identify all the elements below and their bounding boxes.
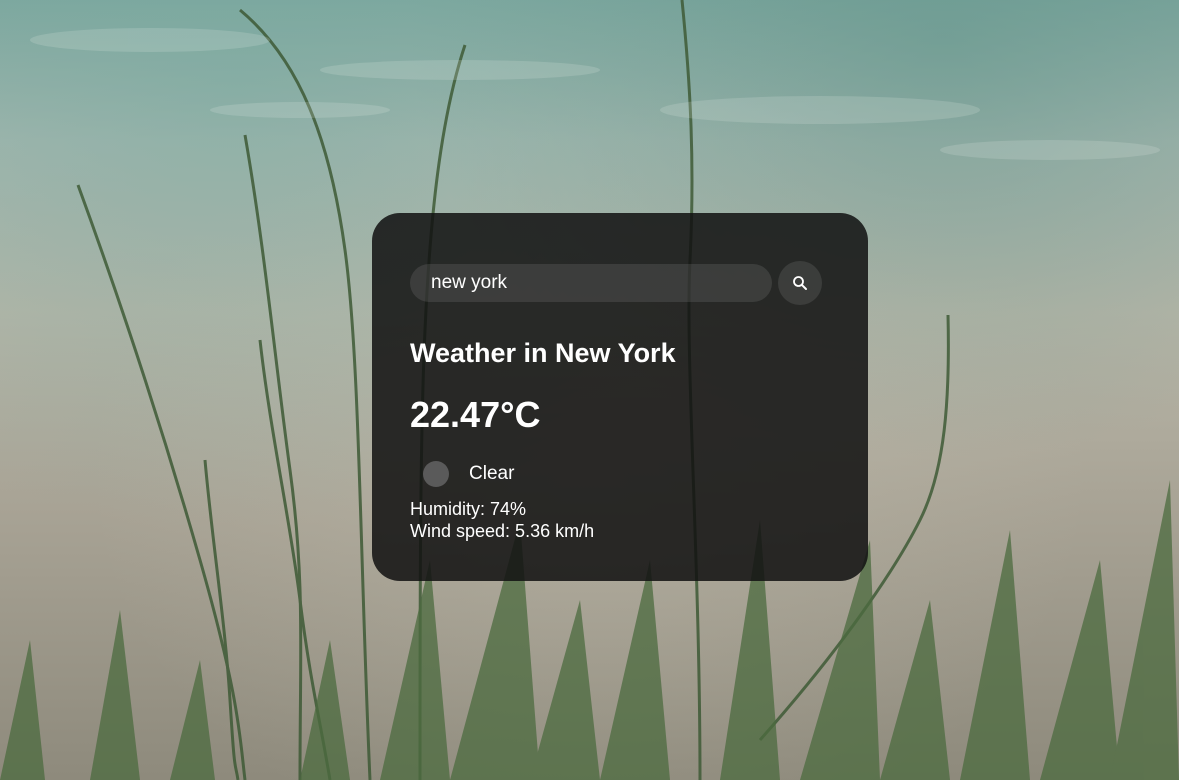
search-input[interactable] xyxy=(410,264,772,302)
weather-condition: Clear xyxy=(410,456,830,492)
search-button[interactable] xyxy=(778,261,822,305)
humidity-text: Humidity: 74% xyxy=(410,499,527,520)
weather-clear-icon xyxy=(423,461,449,488)
wind-speed-text: Wind speed: 5.36 km/h xyxy=(410,521,595,542)
search-icon xyxy=(793,276,807,290)
weather-description: Clear xyxy=(469,463,515,485)
temperature: 22.47°C xyxy=(410,393,541,435)
search-bar xyxy=(410,261,830,305)
weather-card: Weather in New York 22.47°C Clear Humidi… xyxy=(372,213,868,581)
weather-details: Humidity: 74% Wind speed: 5.36 km/h xyxy=(410,498,830,542)
city-title: Weather in New York xyxy=(410,338,676,368)
